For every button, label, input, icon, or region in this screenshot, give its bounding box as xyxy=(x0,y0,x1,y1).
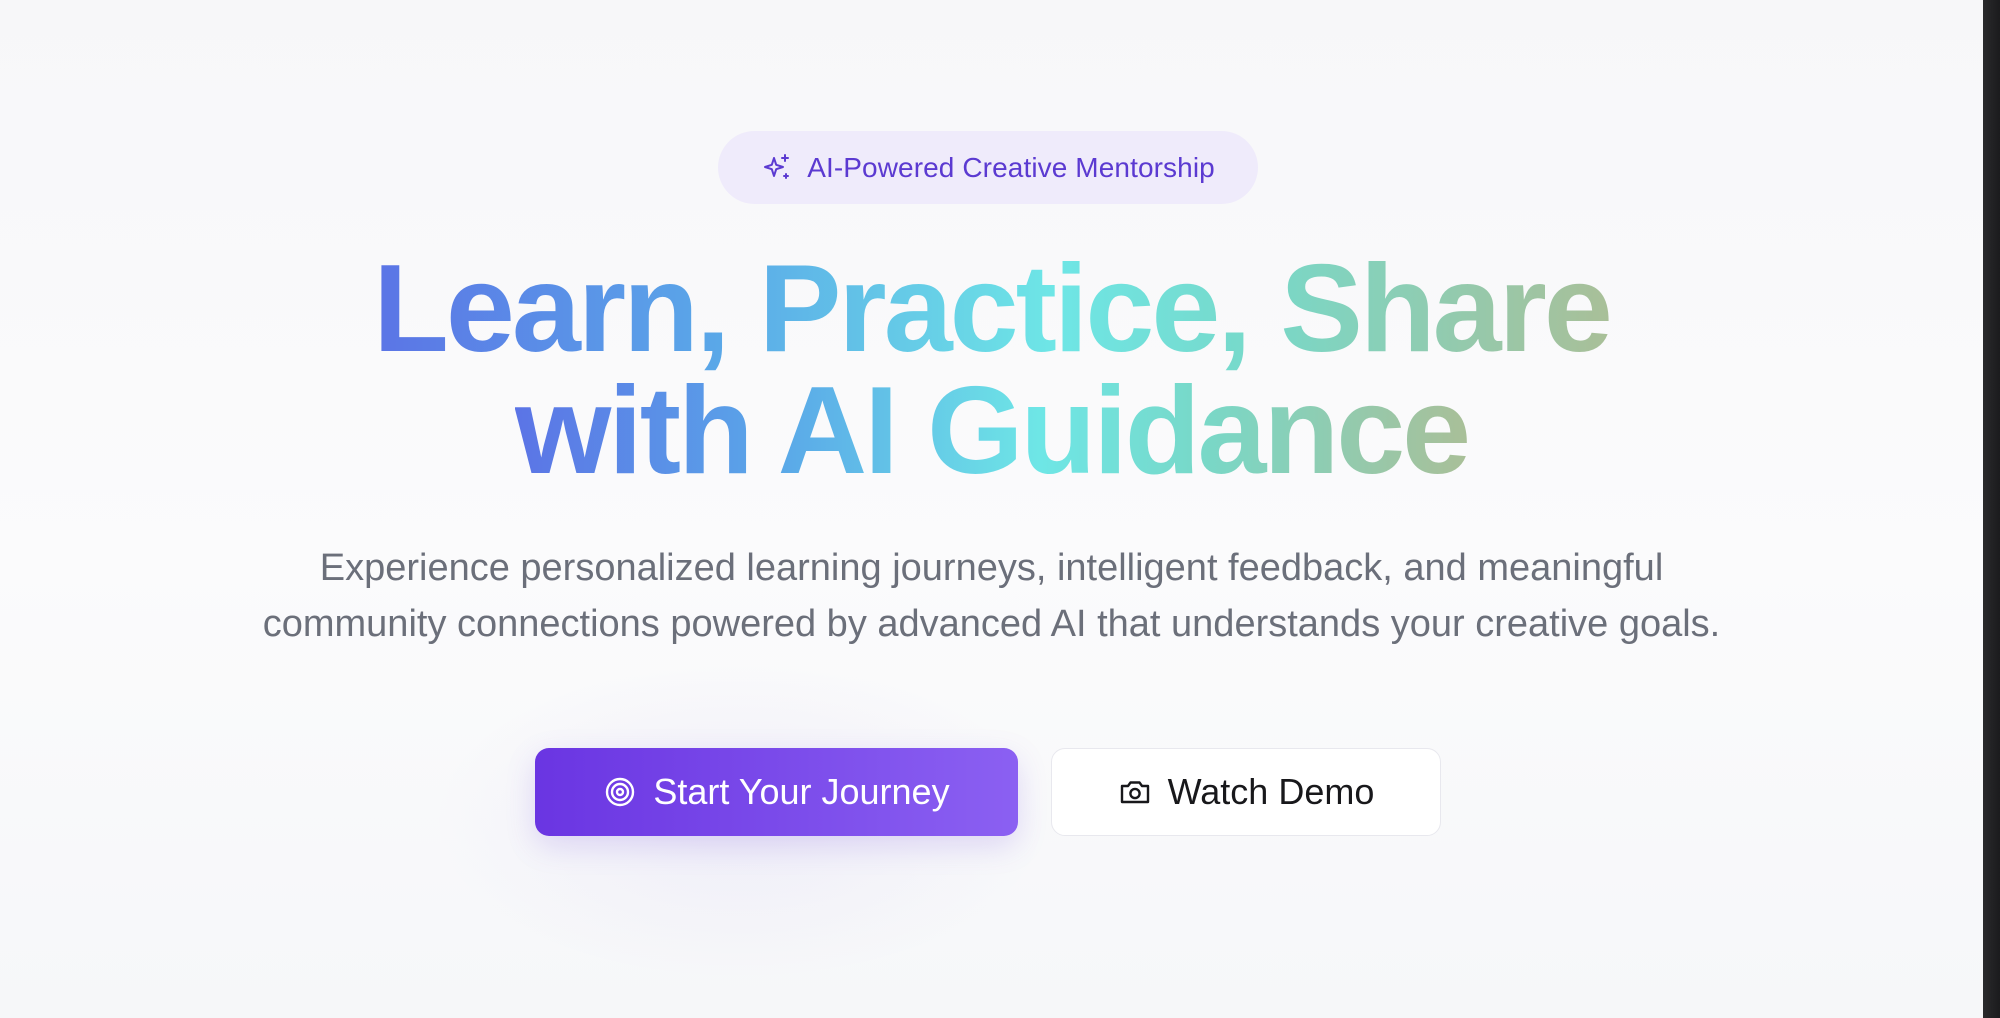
headline-line-2: with AI Guidance xyxy=(514,362,1471,500)
watch-demo-button[interactable]: Watch Demo xyxy=(1051,748,1441,836)
hero-section: AI-Powered Creative Mentorship Learn, Pr… xyxy=(0,0,1983,1018)
camera-icon xyxy=(1120,781,1149,804)
description-line-1: Experience personalized learning journey… xyxy=(319,547,1664,589)
start-journey-label: Start Your Journey xyxy=(653,771,950,812)
hero-description: Experience personalized learning journey… xyxy=(0,540,1983,652)
window-edge xyxy=(1983,0,2000,1018)
description-line-2: community connections powered by advance… xyxy=(262,603,1721,645)
headline-line-1: Learn, Practice, Share xyxy=(373,240,1613,378)
page-title: Learn, Practice, Share with AI Guidance xyxy=(0,247,1983,493)
sparkles-icon xyxy=(764,153,790,179)
badge-label: AI-Powered Creative Mentorship xyxy=(807,151,1215,183)
watch-demo-label: Watch Demo xyxy=(1167,771,1375,812)
start-journey-button[interactable]: Start Your Journey xyxy=(535,748,1018,836)
target-icon xyxy=(606,777,635,807)
feature-badge: AI-Powered Creative Mentorship xyxy=(718,131,1258,204)
